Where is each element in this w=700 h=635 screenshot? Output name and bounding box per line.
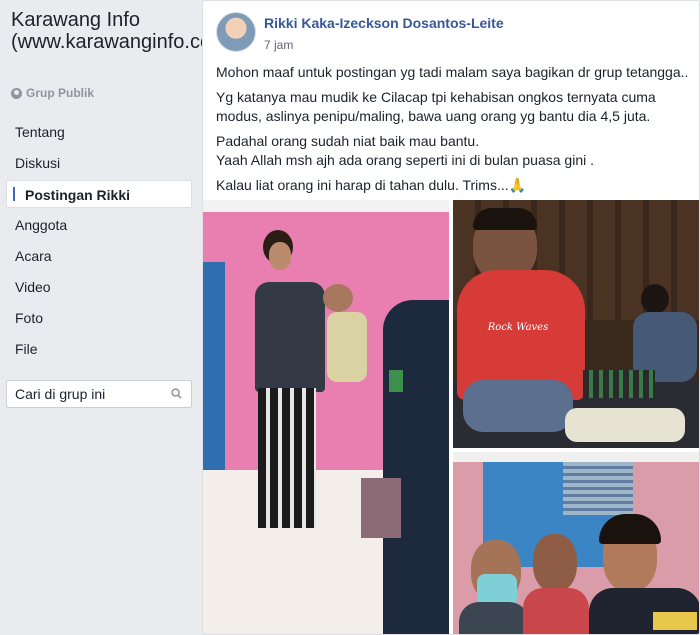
sarong [583, 370, 655, 398]
post-paragraph: Padahal orang sudah niat baik mau bantu.… [216, 132, 690, 170]
man2-shirt [523, 588, 589, 634]
mat [361, 478, 401, 538]
man-hair [473, 208, 537, 230]
post-text: Mohon maaf untuk postingan yg tadi malam… [216, 63, 690, 201]
man2-head [533, 534, 577, 592]
nav-item-file[interactable]: File [6, 335, 192, 363]
child-body [327, 312, 367, 382]
baby-blanket [565, 408, 685, 442]
post-paragraph: Kalau liat orang ini harap di tahan dulu… [216, 176, 690, 195]
post-card: Rikki Kaka-Izeckson Dosantos-Leite 7 jam… [202, 0, 700, 635]
ceiling [453, 452, 699, 462]
post-line: Yaah Allah msh ajh ada orang seperti ini… [216, 152, 594, 168]
post-line: Padahal orang sudah niat baik mau bantu. [216, 133, 480, 149]
post-photo-man-red-shirt[interactable]: Rock Waves [453, 200, 699, 448]
nav-item-diskusi[interactable]: Diskusi [6, 149, 192, 177]
man-arm [463, 380, 573, 432]
nav-item-video[interactable]: Video [6, 273, 192, 301]
post-timestamp[interactable]: 7 jam [264, 38, 293, 52]
globe-icon [11, 87, 22, 99]
author-avatar[interactable] [216, 12, 256, 52]
badge [389, 370, 403, 392]
pray-emoji-icon: 🙏 [508, 177, 527, 193]
blue-door [203, 262, 225, 472]
nav-item-tentang[interactable]: Tentang [6, 118, 192, 146]
post-paragraph: Mohon maaf untuk postingan yg tadi malam… [216, 64, 689, 80]
group-nav: Tentang Diskusi Postingan Rikki Anggota … [6, 118, 192, 366]
ceiling [203, 200, 449, 212]
shirt-print-yellow [653, 612, 697, 630]
group-search-input[interactable]: Cari di grup ini [6, 380, 192, 408]
man1-shirt [459, 602, 529, 634]
post-photo-three-men[interactable] [453, 452, 699, 634]
nav-item-acara[interactable]: Acara [6, 242, 192, 270]
person-right [383, 300, 449, 634]
woman-bg-head [641, 284, 669, 314]
window-vent [563, 460, 633, 515]
woman-pants [258, 388, 316, 528]
post-line: Kalau liat orang ini harap di tahan dulu… [216, 177, 509, 193]
group-privacy: Grup Publik [11, 86, 94, 100]
group-privacy-label: Grup Publik [26, 86, 95, 100]
nav-item-anggota[interactable]: Anggota [6, 211, 192, 239]
search-placeholder: Cari di grup ini [15, 386, 106, 402]
search-icon[interactable] [171, 388, 182, 399]
shirt-print: Rock Waves [487, 322, 549, 333]
post-author[interactable]: Rikki Kaka-Izeckson Dosantos-Leite [264, 15, 504, 31]
post-paragraph: Yg katanya mau mudik ke Cilacap tpi keha… [216, 89, 656, 124]
post-photo-main[interactable] [203, 200, 449, 634]
child-head [323, 284, 353, 312]
woman-face [269, 242, 291, 270]
group-sidebar: Karawang Info (www.karawanginfo.com) Gru… [0, 0, 234, 635]
group-title[interactable]: Karawang Info (www.karawanginfo.com) [11, 9, 234, 53]
woman-shirt [255, 282, 325, 392]
nav-item-postingan-rikki[interactable]: Postingan Rikki [6, 180, 192, 208]
nav-item-foto[interactable]: Foto [6, 304, 192, 332]
